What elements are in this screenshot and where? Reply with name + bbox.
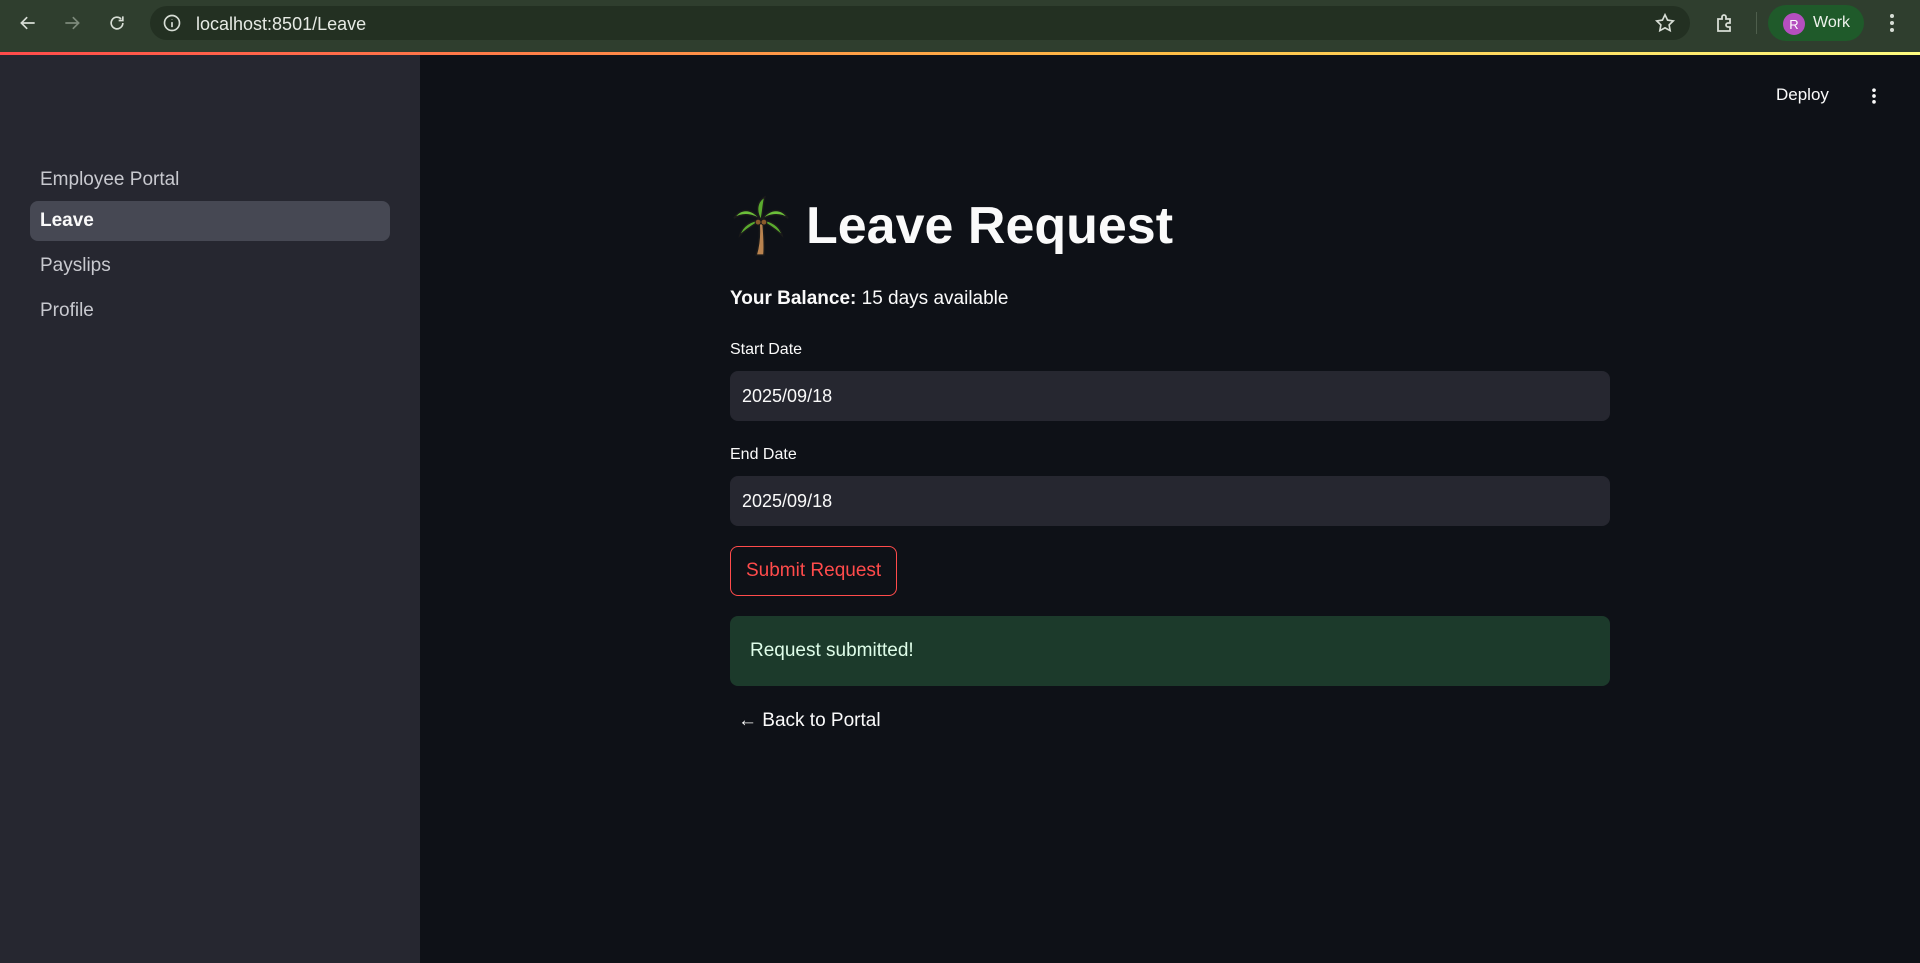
url-text: localhost:8501/Leave [196,14,367,34]
start-date-field[interactable]: 2025/09/18 [730,371,1610,421]
start-date-label: Start Date [730,341,803,358]
balance-value: 15 days available [861,288,1009,309]
profile-button[interactable]: R Work [1768,5,1864,41]
bookmark-star-icon[interactable] [1654,12,1676,34]
palm-tree-icon [733,195,789,256]
sidebar-item-employee-portal[interactable]: Employee Portal [30,160,390,200]
page-title: Leave Request [730,195,1173,257]
toolbar-divider [1756,12,1757,34]
end-date-label: End Date [730,446,797,463]
deploy-button[interactable]: Deploy [1776,85,1829,105]
sidebar: Employee Portal Leave Payslips Profile [0,55,420,963]
submit-request-button[interactable]: Submit Request [730,546,898,596]
success-message: Request submitted! [750,640,914,661]
forward-arrow-icon[interactable] [58,9,86,37]
extensions-puzzle-icon[interactable] [1713,11,1737,35]
back-to-portal-link[interactable]: ← Back to Portal [738,710,881,732]
sidebar-item-payslips[interactable]: Payslips [30,246,390,286]
browser-menu-icon[interactable] [1880,10,1904,36]
page-title-text: Leave Request [806,197,1174,255]
site-info-icon[interactable] [162,13,182,33]
sidebar-item-leave[interactable]: Leave [30,201,390,241]
profile-label: Work [1813,14,1851,31]
main-content: Deploy Leave Request Your Balance: 15 da… [420,55,1920,963]
balance-label: Your Balance: [730,288,857,309]
sidebar-item-profile[interactable]: Profile [30,291,390,331]
address-bar[interactable]: localhost:8501/Leave [150,6,1690,40]
balance-text: Your Balance: 15 days available [730,288,1008,310]
avatar: R [1783,13,1805,35]
end-date-field[interactable]: 2025/09/18 [730,476,1610,526]
success-alert: Request submitted! [730,616,1610,686]
main-menu-icon[interactable] [1864,85,1884,107]
back-arrow-icon[interactable] [14,9,42,37]
reload-icon[interactable] [103,9,131,37]
browser-toolbar: localhost:8501/Leave R Work [0,0,1920,52]
